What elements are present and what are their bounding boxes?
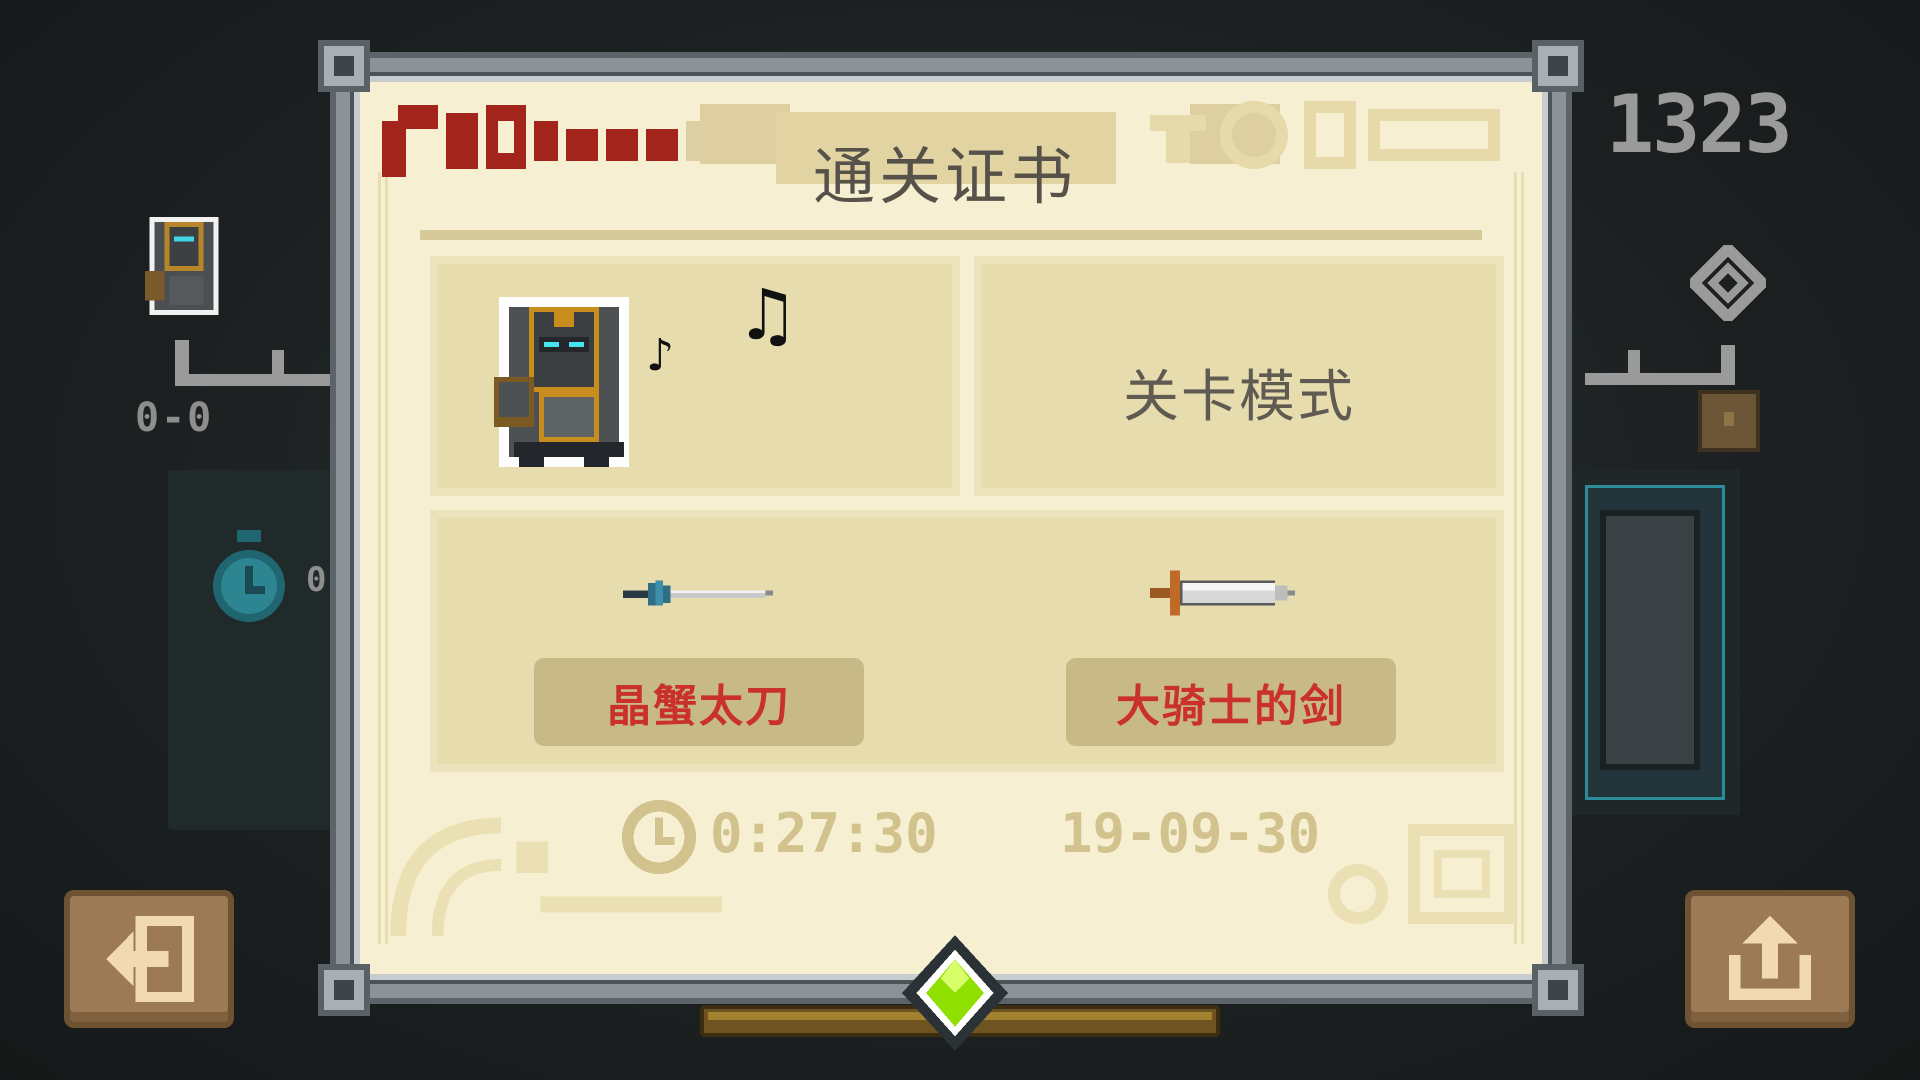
portal-inner [1600, 510, 1700, 770]
corner-rivet [1532, 964, 1584, 1016]
sword-icon [1150, 570, 1295, 616]
background-track-right-tick [1628, 350, 1640, 380]
clear-time: 0:27:30 [710, 802, 938, 865]
certificate-paper: 通关证书 ♪ ♫ 关卡模式 晶蟹太刀 大骑士的剑 0:27:30 19-09-3… [360, 82, 1542, 974]
knight-icon [494, 297, 629, 467]
exit-icon [106, 916, 194, 1002]
background-track-tick [272, 350, 284, 380]
share-icon [1728, 916, 1812, 1001]
background-track-right [1585, 345, 1735, 385]
mode-panel: 关卡模式 [974, 256, 1504, 496]
title-divider [420, 230, 1482, 240]
music-notes-icon: ♫ [736, 274, 799, 356]
swirl-decoration-icon [1328, 824, 1516, 924]
background-left-panel [168, 470, 348, 830]
dialog-frame: 通关证书 ♪ ♫ 关卡模式 晶蟹太刀 大骑士的剑 0:27:30 19-09-3… [350, 72, 1552, 984]
clear-date: 19-09-30 [1060, 802, 1321, 865]
exit-button[interactable] [64, 890, 234, 1028]
game-mode-label: 关卡模式 [1123, 365, 1355, 430]
weapon-2-label: 大骑士的剑 [1066, 658, 1396, 746]
banner-decoration-icon [382, 105, 726, 177]
corner-rivet [1532, 40, 1584, 92]
background-track [175, 340, 335, 386]
background-level-label: 0-0 [135, 395, 214, 441]
corner-rivet [318, 40, 370, 92]
coin-counter: 1323 [1606, 78, 1793, 171]
swirl-decoration-icon [1150, 101, 1500, 169]
hero-panel: ♪ ♫ [430, 256, 960, 496]
certificate-title: 通关证书 [812, 140, 1077, 213]
corner-rivet [318, 964, 370, 1016]
share-button[interactable] [1685, 890, 1855, 1028]
swirl-decoration-icon [390, 817, 722, 937]
weapon-1-label: 晶蟹太刀 [534, 658, 864, 746]
knight-icon [144, 217, 219, 315]
music-note-icon: ♪ [646, 330, 675, 381]
katana-icon [623, 580, 773, 606]
chest-icon [1698, 390, 1760, 452]
weapons-panel: 晶蟹太刀 大骑士的剑 [430, 510, 1504, 772]
diamond-icon [1690, 245, 1766, 321]
stopwatch-icon [213, 530, 285, 622]
certificate-dialog: 通关证书 ♪ ♫ 关卡模式 晶蟹太刀 大骑士的剑 0:27:30 19-09-3… [318, 40, 1584, 1016]
green-gem-icon[interactable] [902, 935, 1008, 1051]
background-timer-digit: 0 [306, 560, 327, 600]
